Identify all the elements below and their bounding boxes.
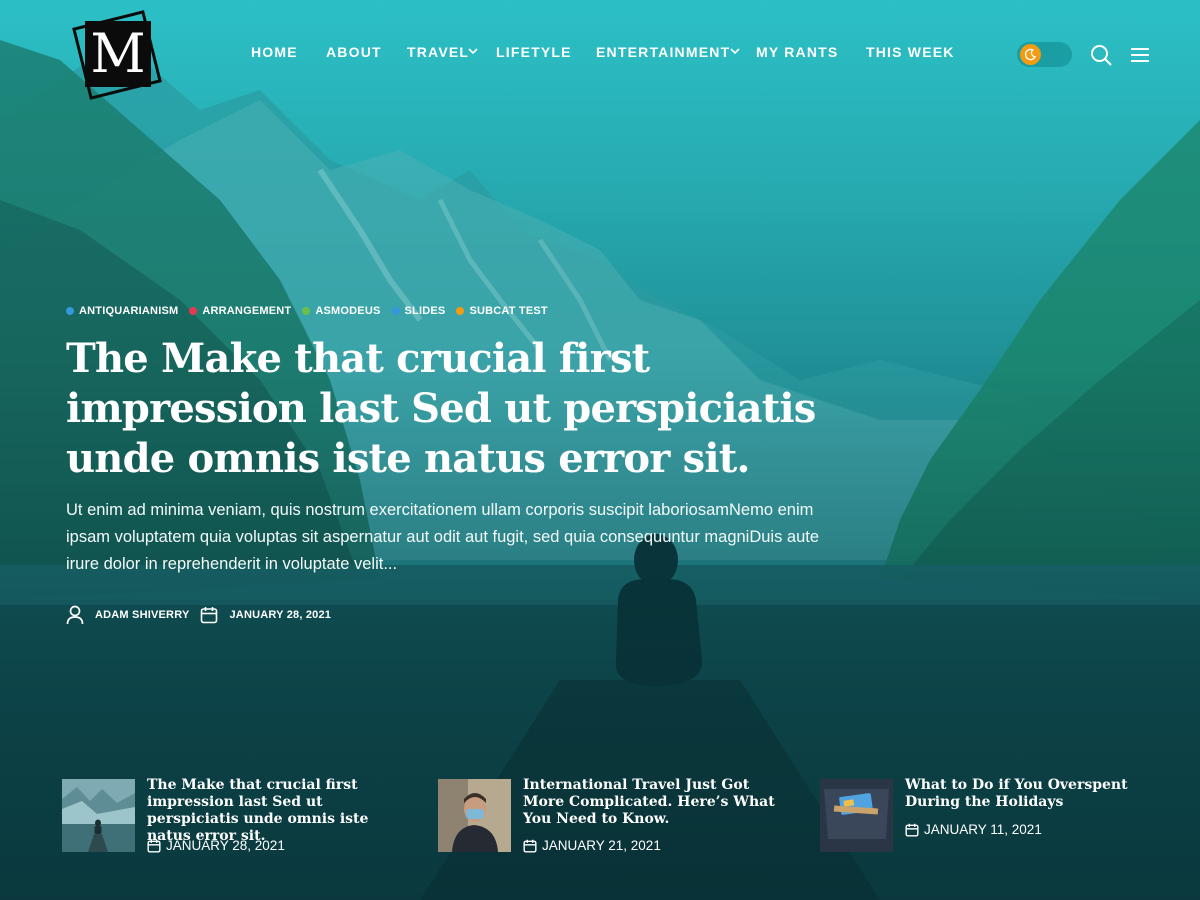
chevron-down-icon[interactable] <box>468 46 478 56</box>
calendar-icon <box>523 839 537 853</box>
moon-icon <box>1024 48 1037 61</box>
calendar-icon <box>147 839 161 853</box>
post-thumbnail <box>438 779 511 852</box>
nav-lifestyle[interactable]: LIFETYLE <box>496 44 572 60</box>
nav-about[interactable]: ABOUT <box>326 44 382 60</box>
calendar-icon <box>905 823 919 837</box>
calendar-icon <box>201 607 218 624</box>
tag-arrangement[interactable]: ARRANGEMENT <box>189 304 291 318</box>
post-card-date: JANUARY 28, 2021 <box>147 838 285 853</box>
hamburger-icon[interactable] <box>1130 47 1150 63</box>
tag-antiquarianism[interactable]: ANTIQUARIANISM <box>66 304 178 318</box>
tag-dot <box>189 307 198 315</box>
featured-post-excerpt: Ut enim ad minima veniam, quis nostrum e… <box>66 501 820 573</box>
nav-travel[interactable]: TRAVEL <box>407 44 469 60</box>
post-thumbnail <box>820 779 893 852</box>
toggle-knob <box>1020 44 1041 65</box>
post-card-date-text: JANUARY 11, 2021 <box>924 822 1042 837</box>
tag-label: ARRANGEMENT <box>202 305 292 317</box>
featured-post-title[interactable]: The Make that crucial first impression l… <box>66 334 826 484</box>
post-thumbnail <box>62 779 135 852</box>
tag-label: SUBCAT TEST <box>469 305 548 317</box>
nav-entertainment[interactable]: ENTERTAINMENT <box>596 44 730 60</box>
post-card-date: JANUARY 21, 2021 <box>523 838 661 853</box>
tag-label: ASMODEUS <box>315 305 381 317</box>
post-card-title[interactable]: What to Do if You Overspent During the H… <box>905 777 1170 811</box>
chevron-down-icon[interactable] <box>730 46 740 56</box>
tag-dot <box>66 307 74 315</box>
post-card-date-text: JANUARY 21, 2021 <box>542 838 661 853</box>
nav-this-week[interactable]: THIS WEEK <box>866 44 955 60</box>
post-card[interactable]: The Make that crucial first impression l… <box>62 777 402 853</box>
tag-slides[interactable]: SLIDES <box>391 304 446 318</box>
post-card-date-text: JANUARY 28, 2021 <box>166 838 285 853</box>
search-icon[interactable] <box>1090 44 1112 66</box>
post-date[interactable]: JANUARY 28, 2021 <box>229 609 331 621</box>
tag-dot <box>302 307 311 315</box>
dark-mode-toggle[interactable] <box>1017 42 1072 67</box>
user-icon <box>66 605 84 625</box>
nav-my-rants[interactable]: MY RANTS <box>756 44 838 60</box>
featured-post-meta: ADAM SHIVERRY JANUARY 28, 2021 <box>66 604 331 626</box>
tag-label: ANTIQUARIANISM <box>79 305 179 317</box>
tag-subcat-test[interactable]: SUBCAT TEST <box>456 304 548 318</box>
category-tags: ANTIQUARIANISM ARRANGEMENT ASMODEUS SLID… <box>66 304 548 318</box>
tag-asmodeus[interactable]: ASMODEUS <box>302 304 380 318</box>
tag-dot <box>391 307 400 315</box>
post-card-title[interactable]: International Travel Just Got More Compl… <box>523 777 783 828</box>
tag-dot <box>456 307 465 315</box>
post-card[interactable]: What to Do if You Overspent During the H… <box>820 777 1180 853</box>
tag-label: SLIDES <box>404 305 446 317</box>
author-name[interactable]: ADAM SHIVERRY <box>95 609 189 621</box>
post-card-date: JANUARY 11, 2021 <box>905 822 1042 837</box>
nav-home[interactable]: HOME <box>251 44 298 60</box>
post-card-title[interactable]: The Make that crucial first impression l… <box>147 777 407 845</box>
post-card[interactable]: International Travel Just Got More Compl… <box>438 777 788 853</box>
